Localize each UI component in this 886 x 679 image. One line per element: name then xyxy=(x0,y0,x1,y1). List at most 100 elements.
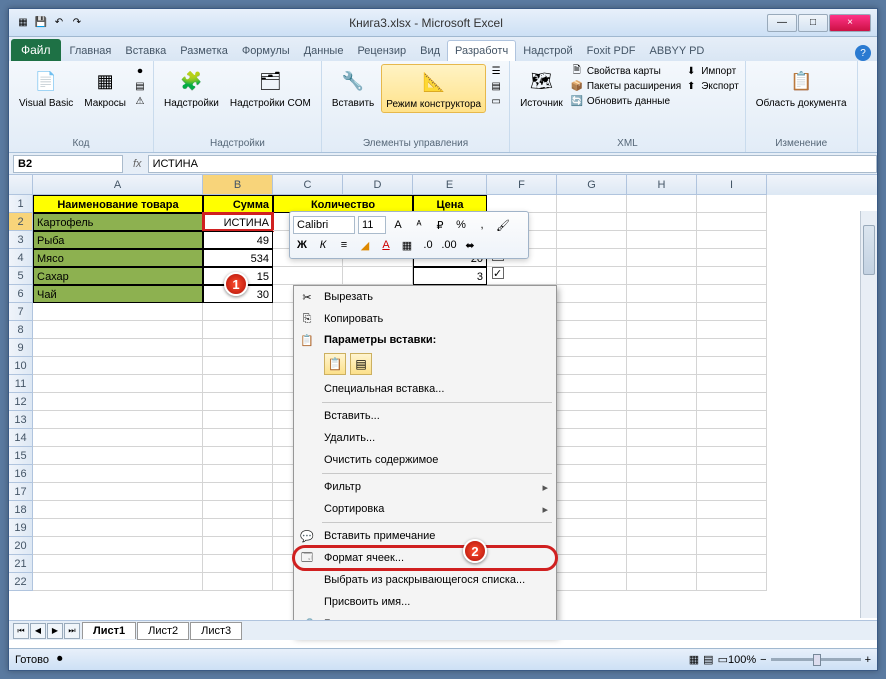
macro-security-icon[interactable]: ⚠ xyxy=(133,94,147,108)
undo-icon[interactable]: ↶ xyxy=(51,15,67,31)
zoom-in-button[interactable]: + xyxy=(865,654,871,666)
cell[interactable] xyxy=(627,573,697,591)
row-head[interactable]: 15 xyxy=(9,447,33,465)
name-box[interactable]: B2 xyxy=(13,155,123,173)
row-head[interactable]: 22 xyxy=(9,573,33,591)
shrink-font-icon[interactable]: ᴬ xyxy=(410,216,428,234)
zoom-slider[interactable] xyxy=(771,658,861,661)
cell[interactable] xyxy=(697,501,767,519)
cell-a5[interactable]: Сахар xyxy=(33,267,203,285)
ctx-format-cells[interactable]: 🗔Формат ячеек... xyxy=(294,547,556,569)
tab-review[interactable]: Рецензир xyxy=(350,41,413,61)
checkbox-icon[interactable] xyxy=(492,267,504,279)
cell[interactable] xyxy=(203,339,273,357)
tab-formulas[interactable]: Формулы xyxy=(235,41,297,61)
format-painter-icon[interactable]: 🖌 xyxy=(494,216,512,234)
xml-source-button[interactable]: 🗺Источник xyxy=(516,64,567,111)
cell-f5[interactable] xyxy=(487,267,557,285)
help-icon[interactable]: ? xyxy=(855,45,871,61)
cell[interactable] xyxy=(33,321,203,339)
cell[interactable] xyxy=(33,375,203,393)
col-c[interactable]: C xyxy=(273,175,343,195)
increase-decimal-icon[interactable]: .0 xyxy=(419,236,437,254)
cell[interactable] xyxy=(557,195,627,213)
cell[interactable] xyxy=(627,537,697,555)
ctx-insert-comment[interactable]: 💬Вставить примечание xyxy=(294,525,556,547)
cell[interactable] xyxy=(557,303,627,321)
cell-a6[interactable]: Чай xyxy=(33,285,203,303)
paste-values-icon[interactable]: ▤ xyxy=(350,353,372,375)
cell[interactable] xyxy=(627,285,697,303)
cell[interactable] xyxy=(557,447,627,465)
row-head-3[interactable]: 3 xyxy=(9,231,33,249)
row-head[interactable]: 8 xyxy=(9,321,33,339)
tab-nav-last[interactable]: ⏭ xyxy=(64,623,80,639)
cell[interactable] xyxy=(627,519,697,537)
cell[interactable] xyxy=(557,357,627,375)
cell[interactable] xyxy=(33,303,203,321)
cell[interactable] xyxy=(33,483,203,501)
col-h[interactable]: H xyxy=(627,175,697,195)
cell[interactable] xyxy=(627,447,697,465)
mini-font-select[interactable]: Calibri xyxy=(293,216,355,234)
cell[interactable] xyxy=(627,303,697,321)
cell[interactable] xyxy=(33,465,203,483)
col-f[interactable]: F xyxy=(487,175,557,195)
tab-addins[interactable]: Надстрой xyxy=(516,41,579,61)
row-head-1[interactable]: 1 xyxy=(9,195,33,213)
view-layout-icon[interactable]: ▤ xyxy=(703,653,713,666)
cell-e5[interactable]: 3 xyxy=(413,267,487,285)
align-center-icon[interactable]: ≡ xyxy=(335,236,353,254)
cell[interactable] xyxy=(33,555,203,573)
cell[interactable] xyxy=(697,357,767,375)
relative-ref-icon[interactable]: ▤ xyxy=(133,79,147,93)
cell[interactable] xyxy=(697,483,767,501)
cell[interactable] xyxy=(33,357,203,375)
cell[interactable] xyxy=(697,555,767,573)
visual-basic-button[interactable]: 📄Visual Basic xyxy=(15,64,77,111)
row-head[interactable]: 12 xyxy=(9,393,33,411)
maximize-button[interactable]: □ xyxy=(798,14,828,32)
tab-foxit[interactable]: Foxit PDF xyxy=(580,41,643,61)
cell[interactable] xyxy=(557,411,627,429)
close-button[interactable]: × xyxy=(829,14,871,32)
sheet-tab-3[interactable]: Лист3 xyxy=(190,622,242,640)
col-i[interactable]: I xyxy=(697,175,767,195)
sheet-tab-1[interactable]: Лист1 xyxy=(82,622,136,639)
cell[interactable] xyxy=(33,447,203,465)
zoom-out-button[interactable]: − xyxy=(760,654,766,666)
cell[interactable] xyxy=(557,429,627,447)
cell-a2[interactable]: Картофель xyxy=(33,213,203,231)
col-g[interactable]: G xyxy=(557,175,627,195)
cell[interactable] xyxy=(203,393,273,411)
map-props-button[interactable]: 🗎Свойства карты xyxy=(570,64,681,78)
row-head-4[interactable]: 4 xyxy=(9,249,33,267)
cell[interactable] xyxy=(697,249,767,267)
tab-layout[interactable]: Разметка xyxy=(173,41,235,61)
accounting-icon[interactable]: ₽ xyxy=(431,216,449,234)
ctx-clear[interactable]: Очистить содержимое xyxy=(294,449,556,471)
cell[interactable] xyxy=(33,537,203,555)
cell[interactable] xyxy=(697,519,767,537)
cell[interactable] xyxy=(557,267,627,285)
tab-insert[interactable]: Вставка xyxy=(118,41,173,61)
save-icon[interactable]: 💾 xyxy=(33,15,49,31)
font-color-icon[interactable]: A xyxy=(377,236,395,254)
cell[interactable] xyxy=(627,375,697,393)
fill-color-icon[interactable]: ◢ xyxy=(356,236,374,254)
redo-icon[interactable]: ↷ xyxy=(69,15,85,31)
cell[interactable] xyxy=(557,519,627,537)
col-a[interactable]: A xyxy=(33,175,203,195)
cell[interactable] xyxy=(203,483,273,501)
row-head[interactable]: 9 xyxy=(9,339,33,357)
properties-icon[interactable]: ☰ xyxy=(489,64,503,78)
merge-icon[interactable]: ⬌ xyxy=(461,236,479,254)
tab-nav-next[interactable]: ▶ xyxy=(47,623,63,639)
grow-font-icon[interactable]: A xyxy=(389,216,407,234)
cell-b3[interactable]: 49 xyxy=(203,231,273,249)
ctx-copy[interactable]: ⎘Копировать xyxy=(294,308,556,330)
cell[interactable] xyxy=(627,411,697,429)
cell[interactable] xyxy=(627,267,697,285)
cell[interactable] xyxy=(627,195,697,213)
italic-icon[interactable]: К xyxy=(314,236,332,254)
